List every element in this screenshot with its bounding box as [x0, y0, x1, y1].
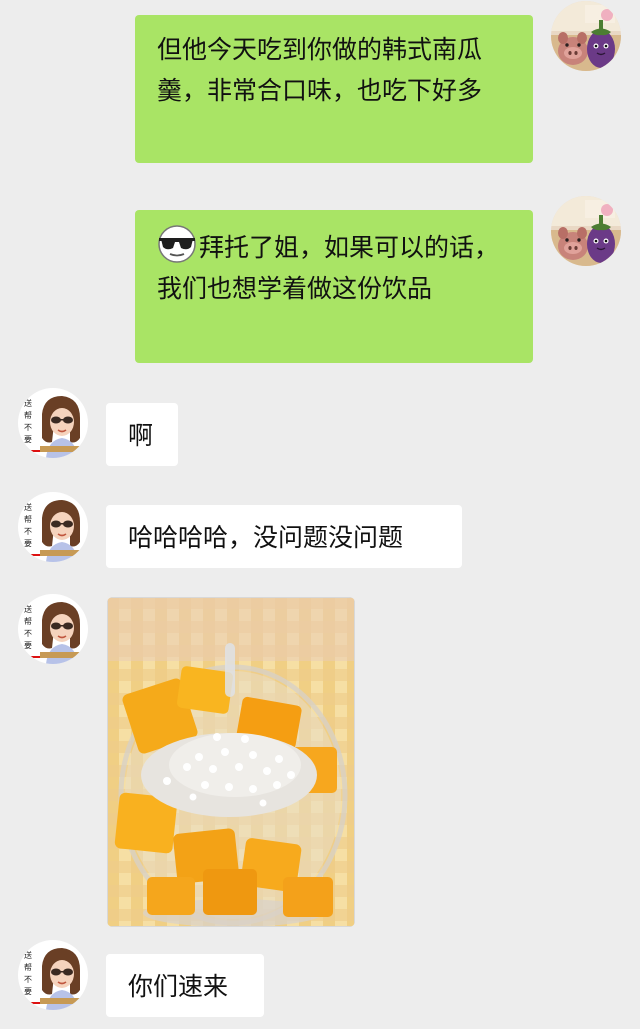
contact-avatar[interactable] — [18, 594, 88, 664]
message-text: 你们速来 — [128, 972, 229, 1001]
message-text: 拜托了姐，如果可以的话，我们也想学着做这份饮品 — [157, 233, 500, 303]
chat-window: 但他今天吃到你做的韩式南瓜羹，非常合口味，也吃下好多 拜托了姐，如果可以的话，我… — [0, 0, 640, 1029]
message-text: 但他今天吃到你做的韩式南瓜羹，非常合口味，也吃下好多 — [157, 35, 483, 105]
contact-message-bubble[interactable]: 啊 — [106, 403, 178, 466]
sunglasses-emoji-icon — [157, 224, 197, 264]
mango-sago-photo[interactable] — [107, 597, 355, 927]
contact-message-bubble[interactable]: 你们速来 — [106, 954, 264, 1017]
contact-message-bubble[interactable]: 哈哈哈哈，没问题没问题 — [106, 505, 462, 568]
self-avatar[interactable] — [551, 1, 621, 71]
contact-avatar[interactable] — [18, 492, 88, 562]
contact-avatar[interactable] — [18, 388, 88, 458]
self-message-bubble[interactable]: 拜托了姐，如果可以的话，我们也想学着做这份饮品 — [135, 210, 533, 363]
self-avatar[interactable] — [551, 196, 621, 266]
contact-avatar[interactable] — [18, 940, 88, 1010]
message-text: 啊 — [128, 421, 154, 450]
self-message-bubble[interactable]: 但他今天吃到你做的韩式南瓜羹，非常合口味，也吃下好多 — [135, 15, 533, 163]
message-text: 哈哈哈哈，没问题没问题 — [128, 523, 404, 552]
